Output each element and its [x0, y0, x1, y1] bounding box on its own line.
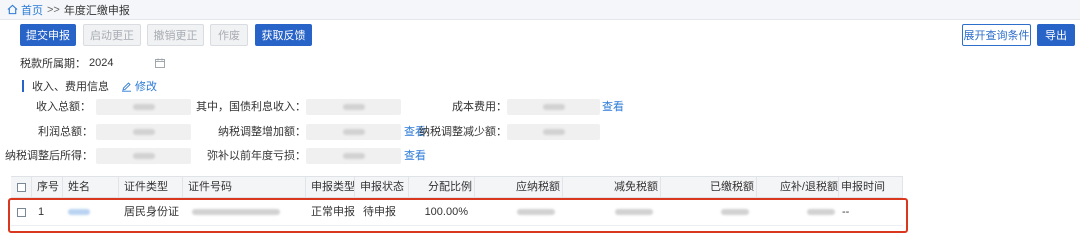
total-income-label: 收入总额： — [36, 101, 91, 113]
masked-id-number — [192, 209, 280, 216]
tax-period-input[interactable]: 2024 — [89, 57, 155, 69]
row-index: 1 — [38, 206, 45, 218]
column-header-tax-payable[interactable]: 应纳税额 — [516, 177, 560, 198]
get-feedback-button[interactable]: 获取反馈 — [255, 24, 312, 46]
column-divider — [474, 177, 475, 198]
table-row[interactable]: 1 居民身份证 正常申报 待申报 100.00% -- — [11, 199, 903, 226]
column-divider — [118, 177, 119, 198]
row-ratio: 100.00% — [424, 206, 468, 218]
masked-name — [68, 209, 90, 216]
edit-icon[interactable] — [121, 81, 132, 92]
export-button[interactable]: 导出 — [1037, 24, 1075, 46]
cancel-correction-button[interactable]: 撤销更正 — [147, 24, 204, 46]
masked-value — [615, 209, 653, 216]
row-tax-paid — [721, 199, 749, 226]
row-tax-reduction — [615, 199, 653, 226]
breadcrumb-current: 年度汇缴申报 — [63, 4, 130, 17]
column-divider — [182, 177, 183, 198]
submit-declaration-button[interactable]: 提交申报 — [20, 24, 76, 46]
column-header-declared-time[interactable]: 申报时间 — [841, 177, 885, 198]
row-checkbox[interactable] — [17, 208, 26, 217]
income-section-title: 收入、费用信息 修改 — [22, 79, 157, 93]
table-header: 序号 姓名 证件类型 证件号码 申报类型 申报状态 分配比例 应纳税额 减免税额… — [11, 176, 903, 198]
cost-label: 成本费用： — [452, 101, 507, 113]
section-marker — [22, 80, 24, 92]
tax-increase-label: 纳税调整增加额： — [218, 126, 306, 138]
column-header-name[interactable]: 姓名 — [68, 177, 90, 198]
tax-period-label: 税款所属期： — [20, 58, 86, 70]
tax-decrease-label: 纳税调整减少额： — [419, 126, 507, 138]
column-divider — [660, 177, 661, 198]
toolbar: 提交申报 启动更正 撤销更正 作废 获取反馈 展开查询条件 导出 — [0, 24, 1080, 48]
total-profit-label: 利润总额： — [38, 126, 93, 138]
column-header-ratio[interactable]: 分配比例 — [428, 177, 472, 198]
calendar-icon[interactable] — [155, 58, 165, 68]
column-divider — [62, 177, 63, 198]
bond-interest-field[interactable] — [306, 99, 401, 115]
row-tax-payable — [517, 199, 555, 226]
tax-increase-field[interactable] — [306, 124, 401, 140]
column-header-id-type[interactable]: 证件类型 — [124, 177, 168, 198]
column-header-tax-paid[interactable]: 已缴税额 — [710, 177, 754, 198]
section-title-text: 收入、费用信息 — [32, 81, 109, 93]
masked-value — [342, 153, 365, 159]
column-divider — [408, 177, 409, 198]
row-declaration-type: 正常申报 — [311, 206, 355, 218]
column-header-tax-reduction[interactable]: 减免税额 — [614, 177, 658, 198]
masked-value — [542, 104, 565, 110]
start-correction-button[interactable]: 启动更正 — [83, 24, 141, 46]
loss-offset-label: 弥补以前年度亏损： — [207, 150, 306, 162]
column-header-status[interactable]: 申报状态 — [360, 177, 404, 198]
expand-query-button[interactable]: 展开查询条件 — [962, 24, 1031, 46]
edit-link[interactable]: 修改 — [135, 78, 157, 94]
loss-offset-view-link[interactable]: 查看 — [404, 148, 426, 164]
column-header-index[interactable]: 序号 — [37, 177, 59, 198]
masked-value — [342, 104, 365, 110]
column-header-declaration-type[interactable]: 申报类型 — [311, 177, 355, 198]
home-icon[interactable] — [7, 4, 18, 15]
tax-period: 税款所属期： 2024 — [20, 55, 165, 71]
bond-interest-label: 其中，国债利息收入： — [196, 101, 306, 113]
breadcrumb: 首页 >> 年度汇缴申报 — [0, 0, 1080, 20]
masked-value — [132, 129, 155, 135]
row-tax-refund — [807, 199, 835, 226]
adjusted-income-label: 纳税调整后所得： — [5, 150, 93, 162]
breadcrumb-separator: >> — [47, 3, 60, 16]
row-declared-time: -- — [842, 206, 850, 218]
masked-value — [132, 104, 155, 110]
total-income-field[interactable] — [96, 99, 191, 115]
tax-decrease-field[interactable] — [507, 124, 600, 140]
row-id-number — [192, 199, 280, 226]
adjusted-income-field[interactable] — [96, 148, 191, 164]
row-id-type: 居民身份证 — [124, 206, 179, 218]
breadcrumb-home-link[interactable]: 首页 — [21, 2, 43, 18]
column-divider — [838, 177, 839, 198]
masked-value — [132, 153, 155, 159]
total-profit-field[interactable] — [96, 124, 191, 140]
masked-value — [807, 209, 835, 216]
column-divider — [31, 177, 32, 198]
column-divider — [902, 177, 903, 198]
column-divider — [305, 177, 306, 198]
row-status: 待申报 — [363, 206, 396, 218]
cost-field[interactable] — [507, 99, 600, 115]
row-name[interactable] — [68, 199, 90, 226]
column-divider — [562, 177, 563, 198]
select-all-checkbox[interactable] — [17, 183, 26, 192]
column-divider — [756, 177, 757, 198]
masked-value — [517, 209, 555, 216]
column-header-tax-refund[interactable]: 应补/退税额 — [780, 177, 838, 198]
void-button[interactable]: 作废 — [210, 24, 248, 46]
masked-value — [721, 209, 749, 216]
masked-value — [542, 129, 565, 135]
cost-view-link[interactable]: 查看 — [602, 99, 624, 115]
column-divider — [354, 177, 355, 198]
column-header-id-number[interactable]: 证件号码 — [188, 177, 232, 198]
masked-value — [342, 129, 365, 135]
loss-offset-field[interactable] — [306, 148, 401, 164]
